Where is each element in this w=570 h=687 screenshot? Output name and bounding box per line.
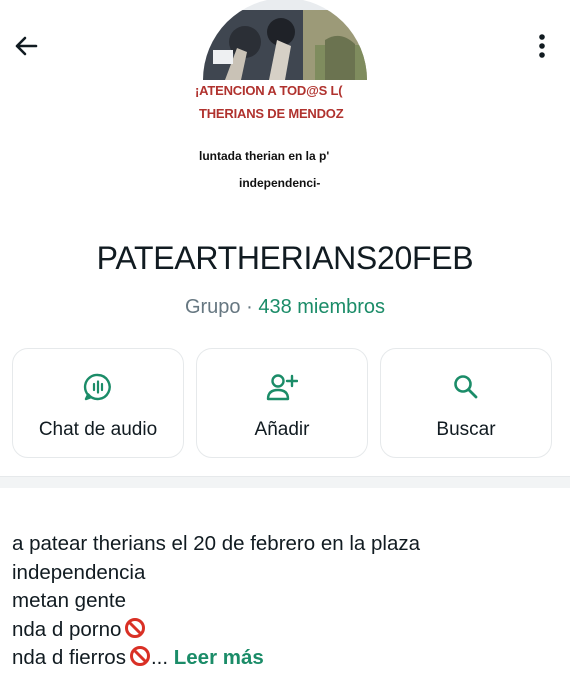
back-button[interactable] [8,28,44,64]
description-line-with-icon: nda d porno [12,616,562,645]
group-photo-image [203,0,367,80]
avatar-text-line-2: independenci- [239,176,321,190]
vertical-dots-icon [539,34,545,58]
add-member-button[interactable]: Añadir [196,348,368,458]
prohibited-icon [129,646,150,666]
search-label: Buscar [436,419,496,440]
audio-chat-button[interactable]: Chat de audio [12,348,184,458]
banner-text-line-1: ¡ATENCION A TOD@S L( [195,83,343,98]
group-name: PATEARTHERIANS20FEB [96,240,474,276]
description-line: metan gente [12,589,126,612]
description-line-with-icon: nda d fierros... Leer más [12,644,562,673]
group-avatar[interactable]: ¡ATENCION A TOD@S L( THERIANS DE MENDOZ … [185,0,385,200]
group-subtitle: Grupo · 438 miembros [0,296,570,319]
section-divider [0,476,570,488]
audio-chat-icon [83,373,111,401]
read-more-link[interactable]: Leer más [174,646,264,669]
more-options-button[interactable] [528,28,556,64]
separator: · [240,296,259,318]
avatar-text-line-1: luntada therian en la p' [199,149,330,163]
action-buttons: Chat de audio Añadir Buscar [12,348,558,458]
description-text: nda d fierros [12,646,126,669]
search-icon [454,375,478,399]
audio-chat-label: Chat de audio [38,419,158,440]
search-button[interactable]: Buscar [380,348,552,458]
prohibited-icon [125,617,146,638]
banner-text-line-2: THERIANS DE MENDOZ [199,106,344,121]
add-member-label: Añadir [254,419,310,440]
add-person-icon [266,374,298,401]
members-count-link[interactable]: 438 miembros [258,296,385,318]
group-description: a patear therians el 20 de febrero en la… [12,530,562,673]
group-type: Grupo [184,296,241,318]
description-line: independencia [12,560,146,584]
description-line: a patear therians el 20 de febrero en la… [12,532,420,555]
ellipsis: ... [150,646,169,669]
arrow-left-icon [15,36,38,56]
description-text: nda d porno [12,617,122,641]
